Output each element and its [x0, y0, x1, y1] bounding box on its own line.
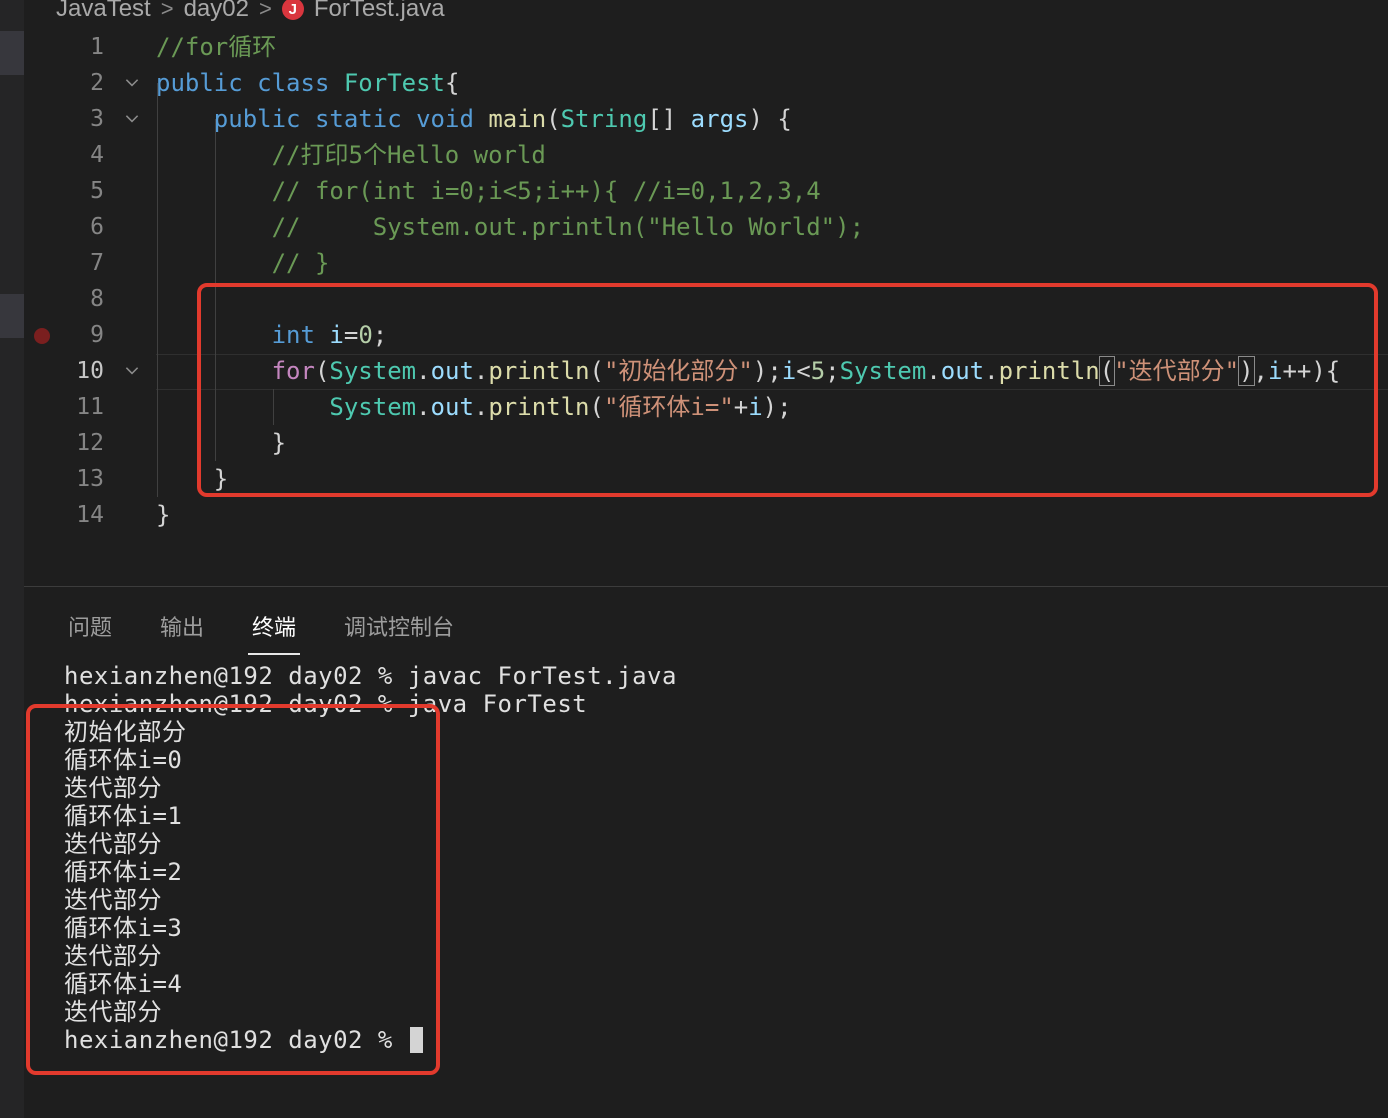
code-token: ( — [546, 105, 561, 133]
activity-strip-marker — [0, 31, 24, 75]
code-line[interactable]: 3 public static void main(String[] args)… — [24, 101, 1388, 137]
line-number: 1 — [90, 34, 104, 60]
code-line[interactable]: 1 //for循环 — [24, 29, 1388, 65]
line-number: 3 — [90, 106, 104, 132]
code-text: // for(int i=0;i<5;i++){ //i=0,1,2,3,4 — [156, 173, 821, 209]
annotation-box-code — [197, 283, 1378, 497]
line-number: 11 — [76, 394, 104, 420]
code-token: // } — [271, 249, 330, 277]
code-token: [] — [647, 105, 691, 133]
line-number: 2 — [90, 70, 104, 96]
code-token: static — [314, 105, 402, 133]
code-token: main — [488, 105, 547, 133]
code-token: // System.out.println("Hello World"); — [271, 213, 865, 241]
fold-chevron-icon[interactable] — [122, 361, 142, 381]
breadcrumb-file[interactable]: ForTest.java — [314, 0, 445, 23]
tab-terminal[interactable]: 终端 — [252, 610, 296, 642]
terminal-line: hexianzhen@192 day02 % javac ForTest.jav… — [64, 662, 677, 690]
code-token: ) { — [748, 105, 792, 133]
line-number: 5 — [90, 178, 104, 204]
code-token: // for(int i=0;i<5;i++){ //i=0,1,2,3,4 — [271, 177, 821, 205]
breadcrumb-folder[interactable]: day02 — [184, 0, 249, 23]
code-line[interactable]: 5 // for(int i=0;i<5;i++){ //i=0,1,2,3,4 — [24, 173, 1388, 209]
tab-debug-console[interactable]: 调试控制台 — [344, 610, 454, 642]
code-token: { — [445, 69, 460, 97]
code-text: public static void main(String[] args) { — [156, 101, 792, 137]
line-number: 8 — [90, 286, 104, 312]
activity-strip — [0, 0, 24, 1118]
line-number: 10 — [76, 358, 104, 384]
line-number: 4 — [90, 142, 104, 168]
breadcrumb: JavaTest > day02 > J ForTest.java — [56, 0, 445, 24]
code-token: //for循环 — [156, 33, 277, 61]
code-text: // } — [156, 245, 330, 281]
line-number: 9 — [90, 322, 104, 348]
tab-output[interactable]: 输出 — [160, 610, 204, 642]
fold-chevron-icon[interactable] — [122, 73, 142, 93]
code-token: public — [156, 69, 243, 97]
code-line[interactable]: 2 public class ForTest{ — [24, 65, 1388, 101]
code-token: ForTest — [343, 69, 446, 97]
code-line[interactable]: 14} — [24, 497, 1388, 533]
code-token: //打印5个Hello world — [271, 141, 546, 169]
activity-strip-marker — [0, 294, 24, 338]
annotation-box-terminal — [26, 704, 440, 1075]
code-token: } — [156, 501, 171, 529]
line-number: 7 — [90, 250, 104, 276]
breadcrumb-separator: > — [160, 0, 174, 21]
code-token: class — [257, 69, 330, 97]
code-token: args — [690, 105, 749, 133]
code-token: void — [416, 105, 474, 133]
code-line[interactable]: 7 // } — [24, 245, 1388, 281]
active-tab-indicator — [248, 653, 300, 655]
code-text: // System.out.println("Hello World"); — [156, 209, 864, 245]
code-text: } — [156, 497, 170, 533]
line-number: 6 — [90, 214, 104, 240]
line-number: 12 — [76, 430, 104, 456]
code-text: //打印5个Hello world — [156, 137, 546, 173]
code-line[interactable]: 6 // System.out.println("Hello World"); — [24, 209, 1388, 245]
code-token: public — [213, 105, 301, 133]
tab-problems[interactable]: 问题 — [68, 610, 112, 642]
fold-chevron-icon[interactable] — [122, 109, 142, 129]
line-number: 13 — [76, 466, 104, 492]
code-text: //for循环 — [156, 29, 276, 65]
java-file-icon: J — [281, 0, 304, 20]
code-token: String — [560, 105, 648, 133]
panel-tab-bar: 问题 输出 终端 调试控制台 — [24, 600, 1388, 650]
line-number: 14 — [76, 502, 104, 528]
breadcrumb-project[interactable]: JavaTest — [56, 0, 151, 23]
breadcrumb-separator: > — [258, 0, 272, 21]
panel-divider — [24, 586, 1388, 587]
code-line[interactable]: 4 //打印5个Hello world — [24, 137, 1388, 173]
code-text: public class ForTest{ — [156, 65, 459, 101]
